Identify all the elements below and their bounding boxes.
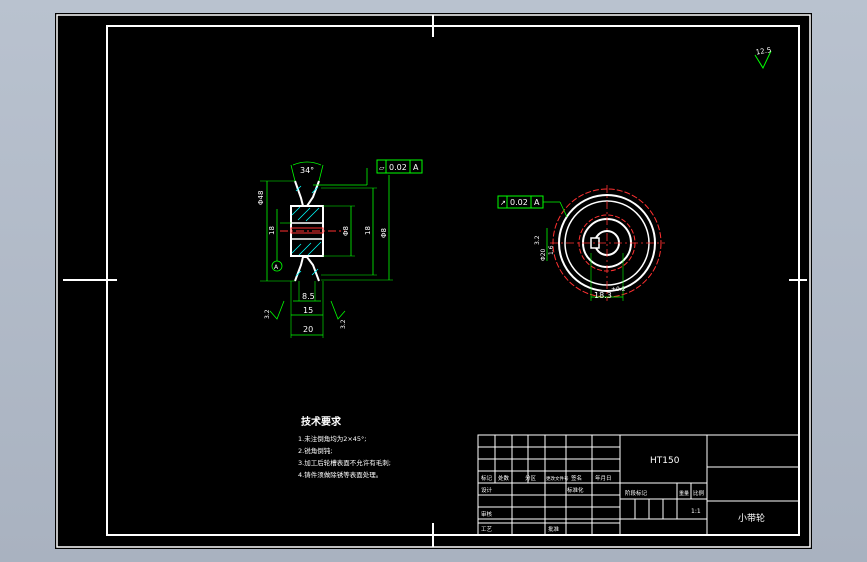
svg-text:A: A (274, 264, 279, 271)
svg-text:批准: 批准 (548, 525, 560, 533)
cad-viewport[interactable]: 12.5 34° ⏥ 0.02 A Φ48 18 Φ8 Φ8 18 A 8.5 … (55, 13, 812, 549)
svg-text:1.6: 1.6 (548, 245, 555, 255)
tech-line-4: 4.铸件须做除锈等表面处理。 (298, 470, 382, 479)
tech-line-2: 2.锐角倒钝; (298, 446, 332, 455)
svg-text:18.3: 18.3 (594, 291, 612, 300)
svg-text:年月日: 年月日 (595, 474, 612, 482)
side-view: ↗ 0.02 A Φ20 3.2 1.6 18.3 +0.2 (497, 185, 665, 301)
tech-requirements: 技术要求 1.未注倒角均为2×45°; 2.锐角倒钝; 3.加工后轮槽表面不允许… (298, 415, 391, 479)
svg-text:⏥: ⏥ (379, 164, 385, 172)
svg-text:3.2: 3.2 (264, 309, 271, 319)
svg-text:Φ48: Φ48 (257, 191, 265, 205)
svg-text:Φ20: Φ20 (540, 248, 547, 261)
svg-text:18: 18 (364, 226, 372, 235)
svg-text:标记: 标记 (481, 474, 493, 482)
section-view: 34° ⏥ 0.02 A Φ48 18 Φ8 Φ8 18 A 8.5 15 20… (257, 159, 423, 338)
sheet-outer-border (56, 14, 811, 548)
svg-text:分区: 分区 (525, 474, 537, 482)
cad-drawing: 12.5 34° ⏥ 0.02 A Φ48 18 Φ8 Φ8 18 A 8.5 … (56, 14, 811, 548)
svg-text:设计: 设计 (481, 486, 493, 494)
svg-text:3.2: 3.2 (340, 319, 347, 329)
svg-text:比例: 比例 (693, 489, 705, 497)
scale-value: 1:1 (691, 508, 701, 515)
svg-text:0.02: 0.02 (510, 198, 528, 207)
flatness-frame: ⏥ 0.02 A (313, 159, 423, 186)
svg-text:审核: 审核 (481, 510, 493, 518)
tech-line-1: 1.未注倒角均为2×45°; (298, 434, 367, 443)
tech-line-3: 3.加工后轮槽表面不允许有毛刺; (298, 458, 391, 467)
svg-text:15: 15 (303, 306, 313, 315)
groove-angle-label: 34° (300, 166, 314, 175)
runout-frame: ↗ 0.02 A (497, 195, 568, 218)
svg-text:Φ8: Φ8 (380, 228, 388, 238)
svg-text:A: A (413, 163, 419, 172)
svg-text:重量: 重量 (679, 490, 689, 497)
svg-text:处数: 处数 (498, 474, 510, 482)
svg-text:18: 18 (268, 226, 276, 235)
svg-text:0.02: 0.02 (389, 163, 407, 172)
sheet-inner-border (106, 25, 800, 536)
tech-title: 技术要求 (301, 415, 342, 428)
material-label: HT150 (650, 456, 680, 466)
svg-text:8.5: 8.5 (302, 292, 315, 301)
svg-text:+0.2: +0.2 (611, 286, 626, 293)
svg-text:阶段标记: 阶段标记 (625, 489, 648, 497)
part-name: 小带轮 (738, 512, 765, 524)
svg-text:3.2: 3.2 (534, 235, 541, 245)
roughness-symbol: 12.5 (754, 46, 772, 70)
svg-text:标准化: 标准化 (567, 486, 584, 494)
svg-text:工艺: 工艺 (481, 526, 493, 533)
svg-text:签名: 签名 (571, 474, 582, 482)
svg-text:Φ8: Φ8 (342, 226, 350, 236)
svg-text:更改文件号: 更改文件号 (546, 475, 569, 482)
svg-text:↗: ↗ (500, 199, 506, 207)
svg-text:A: A (534, 198, 540, 207)
svg-text:20: 20 (303, 325, 313, 334)
